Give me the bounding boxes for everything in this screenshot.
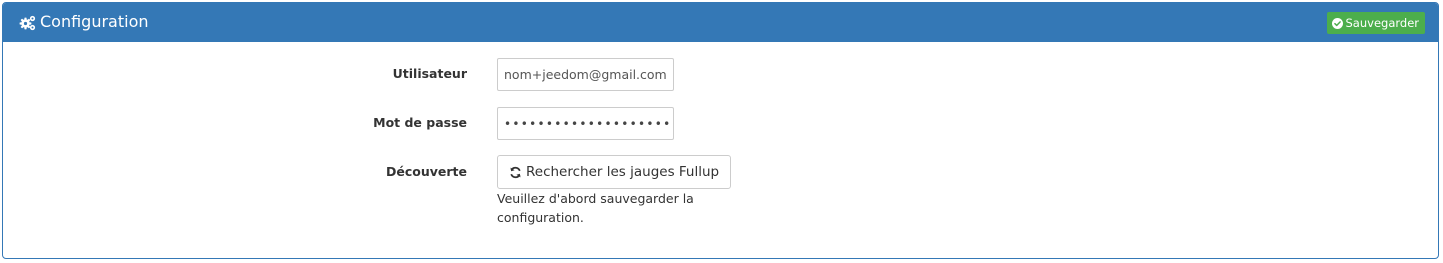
panel-title: Configuration (40, 12, 149, 31)
refresh-icon (510, 166, 521, 178)
help-text: Veuillez d'abord sauvegarder la configur… (497, 191, 694, 225)
password-label: Mot de passe (373, 115, 467, 130)
check-circle-icon (1331, 17, 1343, 29)
configuration-panel: Configuration Sauvegarder Utilisateur no… (2, 2, 1439, 259)
search-gauges-button-label: Rechercher les jauges Fullup (526, 164, 720, 180)
password-input[interactable]: •••••••••••••••••••• (497, 107, 674, 140)
cogs-icon (19, 14, 37, 32)
save-button-label: Sauvegarder (1345, 16, 1420, 30)
user-input-value: nom+jeedom@gmail.com (504, 67, 667, 82)
discovery-label: Découverte (386, 164, 467, 179)
user-input[interactable]: nom+jeedom@gmail.com (497, 58, 674, 91)
user-label: Utilisateur (392, 66, 467, 81)
panel-heading: Configuration Sauvegarder (3, 3, 1438, 42)
password-input-value: •••••••••••••••••••• (504, 116, 672, 131)
search-gauges-button[interactable]: Rechercher les jauges Fullup (497, 155, 732, 189)
save-button[interactable]: Sauvegarder (1326, 12, 1425, 34)
